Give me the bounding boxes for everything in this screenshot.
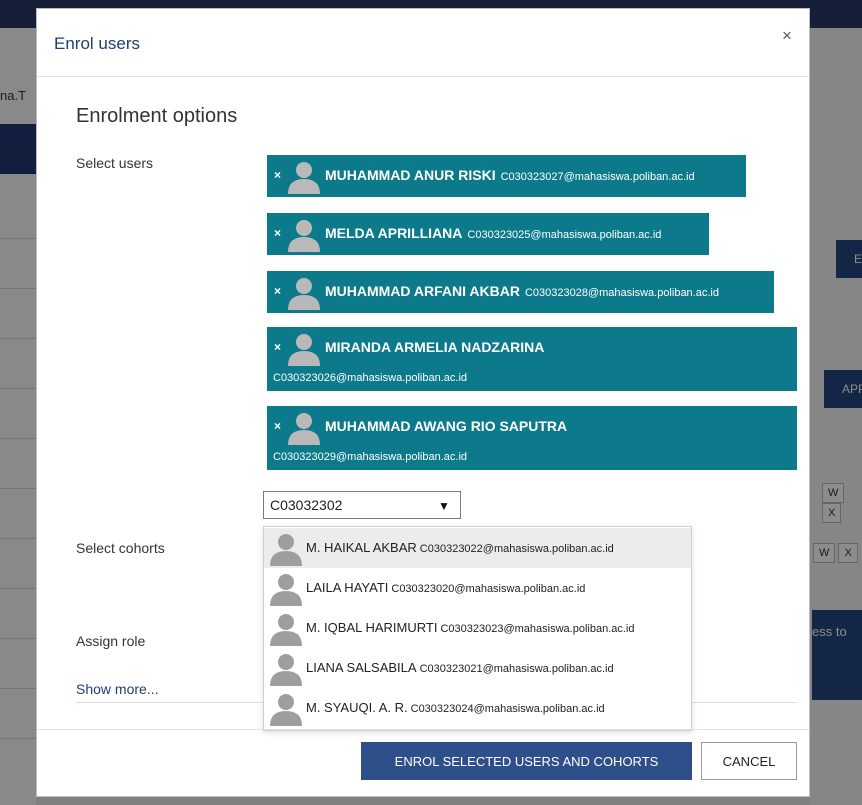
suggestion-item[interactable]: M. IQBAL HARIMURTI C030323023@mahasiswa.p… — [264, 608, 691, 648]
selected-user-chip: × MUHAMMAD ANUR RISKI C030323027@mahasisw… — [267, 155, 746, 197]
selected-user-email: C030323029@mahasiswa.poliban.ac.id — [273, 451, 468, 463]
suggestion-item[interactable]: LAILA HAYATI C030323020@mahasiswa.poliban… — [264, 568, 691, 608]
suggestion-label: LAILA HAYATI C030323020@mahasiswa.poliban… — [306, 580, 586, 595]
user-avatar-icon — [288, 162, 320, 194]
suggestion-label: LIANA SALSABILA C030323021@mahasiswa.poli… — [306, 660, 614, 675]
selected-user-name: MIRANDA ARMELIA NADZARINA — [325, 339, 545, 355]
user-avatar-icon — [288, 220, 320, 252]
remove-user-icon[interactable]: × — [274, 226, 281, 240]
suggestion-label: M. HAIKAL AKBAR C030323022@mahasiswa.poli… — [306, 540, 614, 555]
selected-user-chip: × MUHAMMAD AWANG RIO SAPUTRA C030323029@… — [267, 406, 797, 470]
dialog-footer-divider — [37, 729, 809, 730]
selected-user-name: MELDA APRILLIANA C030323025@mahasiswa.pol… — [325, 225, 662, 241]
selected-user-email: C030323026@mahasiswa.poliban.ac.id — [273, 372, 468, 384]
suggestion-label: M. SYAUQI. A. R. C030323024@mahasiswa.pol… — [306, 700, 605, 715]
user-avatar-icon — [270, 614, 302, 646]
user-search-combobox: ▼ — [263, 491, 461, 519]
select-cohorts-label: Select cohorts — [76, 540, 165, 556]
suggestion-item[interactable]: LIANA SALSABILA C030323021@mahasiswa.poli… — [264, 648, 691, 688]
close-icon[interactable]: × — [782, 26, 792, 46]
selected-user-chip: × MIRANDA ARMELIA NADZARINA C030323026@m… — [267, 327, 797, 391]
remove-user-icon[interactable]: × — [274, 168, 281, 182]
selected-user-chip: × MUHAMMAD ARFANI AKBAR C030323028@mahasi… — [267, 271, 774, 313]
user-search-input[interactable] — [264, 492, 434, 518]
user-suggestions-list: M. HAIKAL AKBAR C030323022@mahasiswa.poli… — [263, 526, 692, 731]
suggestion-item[interactable]: M. HAIKAL AKBAR C030323022@mahasiswa.poli… — [264, 528, 691, 568]
user-avatar-icon — [270, 534, 302, 566]
user-avatar-icon — [270, 654, 302, 686]
enrol-selected-button[interactable]: ENROL SELECTED USERS AND COHORTS — [361, 742, 692, 780]
user-avatar-icon — [288, 334, 320, 366]
enrol-users-dialog: Enrol users × Enrolment options Select u… — [36, 8, 810, 797]
dialog-header: Enrol users × — [37, 9, 809, 77]
show-more-link[interactable]: Show more... — [76, 681, 158, 697]
remove-user-icon[interactable]: × — [274, 284, 281, 298]
user-avatar-icon — [270, 694, 302, 726]
remove-user-icon[interactable]: × — [274, 340, 281, 354]
suggestion-item[interactable]: M. SYAUQI. A. R. C030323024@mahasiswa.pol… — [264, 688, 691, 728]
user-avatar-icon — [270, 574, 302, 606]
assign-role-label: Assign role — [76, 633, 146, 649]
user-avatar-icon — [288, 413, 320, 445]
dropdown-arrow-icon[interactable]: ▼ — [438, 499, 450, 513]
selected-user-name: MUHAMMAD ANUR RISKI C030323027@mahasiswa.… — [325, 167, 695, 183]
remove-user-icon[interactable]: × — [274, 419, 281, 433]
select-users-label: Select users — [76, 155, 154, 171]
selected-user-name: MUHAMMAD AWANG RIO SAPUTRA — [325, 418, 568, 434]
selected-user-chip: × MELDA APRILLIANA C030323025@mahasiswa.p… — [267, 213, 709, 255]
selected-user-name: MUHAMMAD ARFANI AKBAR C030323028@mahasisw… — [325, 283, 719, 299]
user-avatar-icon — [288, 278, 320, 310]
section-title: Enrolment options — [76, 105, 238, 127]
suggestion-label: M. IQBAL HARIMURTI C030323023@mahasiswa.p… — [306, 620, 635, 635]
cancel-button[interactable]: CANCEL — [701, 742, 797, 780]
dialog-title: Enrol users — [54, 34, 140, 53]
